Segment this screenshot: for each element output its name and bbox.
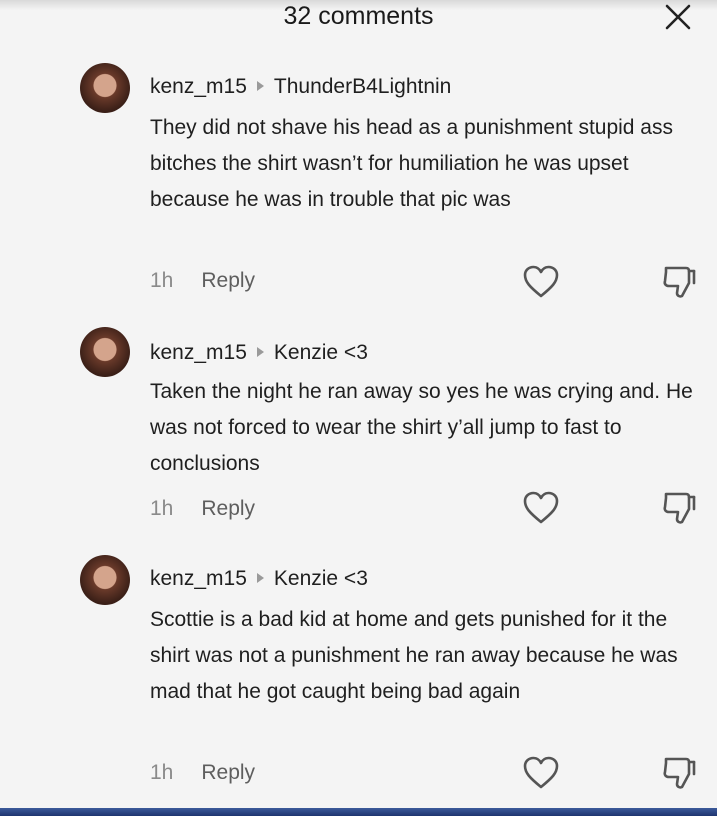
reply-button[interactable]: Reply [201,269,255,292]
comments-header: 32 comments [0,0,717,38]
comment-time: 1h [150,497,174,520]
like-button[interactable] [522,264,560,300]
thumbs-down-icon [663,492,696,524]
reply-button[interactable]: Reply [201,497,255,520]
comment-meta: 1h Reply [150,269,255,293]
comment-text: Taken the night he ran away so yes he wa… [150,380,693,475]
dislike-button[interactable] [660,264,698,300]
dislike-button[interactable] [660,490,698,526]
username[interactable]: kenz_m15 [150,75,247,98]
dislike-button[interactable] [660,755,698,791]
reply-arrow-icon [256,573,264,584]
bottom-edge-bar [0,808,717,816]
close-button[interactable] [661,0,695,34]
comment-header: kenz_m15 Kenzie <3 [150,567,368,591]
heart-icon [523,756,559,789]
comment-text: Scottie is a bad kid at home and gets pu… [150,608,678,703]
reply-arrow-icon [256,81,264,92]
reply-to-username[interactable]: Kenzie <3 [274,341,368,364]
comment-text: They did not shave his head as a punishm… [150,116,673,211]
thumbs-down-icon [663,266,696,298]
username[interactable]: kenz_m15 [150,341,247,364]
reply-to-username[interactable]: Kenzie <3 [274,567,368,590]
avatar[interactable] [80,327,130,377]
comment-time: 1h [150,269,174,292]
avatar[interactable] [80,555,130,605]
reply-arrow-icon [256,347,264,358]
reply-button[interactable]: Reply [201,761,255,784]
comments-count-title: 32 comments [283,2,434,30]
comment-meta: 1h Reply [150,497,255,521]
reply-to-username[interactable]: ThunderB4Lightnin [274,75,451,98]
comment-header: kenz_m15 ThunderB4Lightnin [150,75,451,99]
like-button[interactable] [522,490,560,526]
comment-header: kenz_m15 Kenzie <3 [150,341,368,365]
username[interactable]: kenz_m15 [150,567,247,590]
comment-time: 1h [150,761,174,784]
thumbs-down-icon [663,757,696,789]
close-icon [665,4,691,30]
like-button[interactable] [522,755,560,791]
heart-icon [523,265,559,298]
comment-meta: 1h Reply [150,761,255,785]
avatar[interactable] [80,63,130,113]
heart-icon [523,491,559,524]
